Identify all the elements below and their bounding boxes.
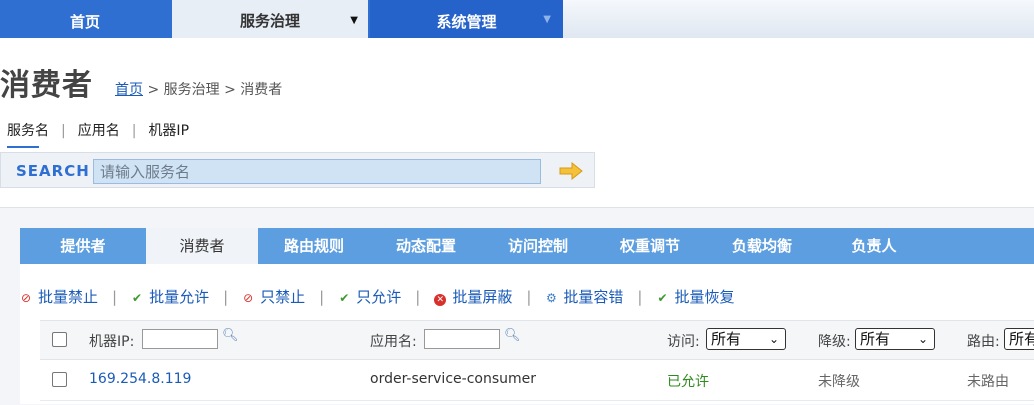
search-label: SEARCH	[16, 162, 90, 180]
nav-system-management[interactable]: 系统管理 ▼	[370, 0, 563, 38]
degrade-header-label: 降级:	[818, 334, 851, 350]
divider: |	[131, 123, 137, 139]
tab-dynamic-config[interactable]: 动态配置	[370, 228, 482, 264]
search-tab-application[interactable]: 应用名	[78, 120, 120, 140]
access-filter-select[interactable]: 所有 ⌄	[706, 328, 786, 350]
ip-filter-input[interactable]	[142, 329, 218, 349]
nav-governance-label: 服务治理	[239, 12, 300, 30]
search-tab-ip[interactable]: 机器IP	[148, 120, 189, 140]
gear-icon: ⚙	[546, 291, 557, 305]
chevron-down-icon: ⌄	[768, 332, 779, 346]
batch-shield-button[interactable]: ✕ 批量屏蔽	[434, 286, 512, 307]
breadcrumb-home-link[interactable]: 首页	[115, 82, 143, 98]
table-row: 169.254.8.119 order-service-consumer 已允许…	[40, 360, 1034, 401]
row-checkbox[interactable]	[52, 372, 67, 387]
forbid-icon: ⊘	[243, 291, 254, 305]
batch-shield-label: 批量屏蔽	[452, 288, 513, 306]
batch-forbid-button[interactable]: ⊘ 批量禁止	[20, 286, 98, 307]
batch-recover-label: 批量恢复	[674, 288, 735, 306]
ip-header-label: 机器IP:	[89, 334, 135, 350]
top-nav: 首页 服务治理 ▼ 系统管理 ▼	[0, 0, 1034, 38]
nav-bar: 首页 服务治理 ▼ 系统管理 ▼	[0, 0, 563, 38]
tab-owners[interactable]: 负责人	[818, 228, 930, 264]
app-header-label: 应用名:	[370, 334, 417, 350]
row-ip-link[interactable]: 169.254.8.119	[89, 371, 191, 387]
search-icon[interactable]: 🔍︎	[504, 328, 521, 343]
access-header-label: 访问:	[667, 334, 700, 350]
chevron-down-icon: ▼	[543, 14, 551, 25]
tab-load-balance[interactable]: 负载均衡	[706, 228, 818, 264]
only-allow-label: 只允许	[356, 288, 402, 306]
row-access-status: 已允许	[667, 374, 709, 390]
batch-tolerant-button[interactable]: ⚙ 批量容错	[545, 286, 623, 307]
close-circle-icon: ✕	[434, 294, 447, 306]
chevron-down-icon: ⌄	[917, 332, 928, 346]
nav-home-label: 首页	[69, 13, 100, 31]
tab-weights[interactable]: 权重调节	[594, 228, 706, 264]
degrade-filter-value: 所有	[860, 330, 891, 348]
row-route-status: 未路由	[967, 374, 1009, 390]
search-box: SEARCH	[0, 152, 595, 188]
batch-allow-label: 批量允许	[149, 288, 210, 306]
batch-allow-button[interactable]: ✔ 批量允许	[131, 286, 209, 307]
arrow-right-icon[interactable]	[558, 162, 584, 180]
page-title: 消费者	[0, 68, 93, 103]
divider: |	[526, 288, 532, 306]
check-icon: ✔	[132, 291, 143, 305]
route-filter-value: 所有	[1009, 330, 1034, 348]
search-icon[interactable]: 🔍︎	[222, 328, 239, 343]
only-forbid-button[interactable]: ⊘ 只禁止	[242, 286, 305, 307]
divider: |	[112, 288, 118, 306]
resource-tabs: 提供者 消费者 路由规则 动态配置 访问控制 权重调节 负载均衡 负责人	[20, 228, 1034, 264]
chevron-down-icon: ▼	[350, 15, 358, 26]
app-filter-input[interactable]	[424, 329, 500, 349]
tab-routes[interactable]: 路由规则	[258, 228, 370, 264]
check-icon: ✔	[339, 291, 350, 305]
tab-consumers[interactable]: 消费者	[146, 228, 258, 264]
breadcrumb-trail: > 服务治理 > 消费者	[143, 82, 283, 98]
divider: |	[319, 288, 325, 306]
select-all-checkbox[interactable]	[52, 332, 67, 347]
batch-toolbar: ⊘ 批量禁止 | ✔ 批量允许 | ⊘ 只禁止 | ✔ 只允许 | ✕ 批量屏蔽 | ⚙ 批量容错 | ✔ 批量恢复	[20, 286, 734, 307]
only-allow-button[interactable]: ✔ 只允许	[338, 286, 401, 307]
table-header: 机器IP: 🔍︎ 应用名: 🔍︎ 访问: 所有 ⌄ 降级: 所有 ⌄ 路由: 所有	[40, 320, 1034, 360]
forbid-icon: ⊘	[20, 291, 32, 305]
search-type-tabs: 服务名 | 应用名 | 机器IP	[7, 120, 189, 148]
access-filter-value: 所有	[711, 330, 742, 348]
check-icon: ✔	[657, 291, 668, 305]
batch-recover-button[interactable]: ✔ 批量恢复	[656, 286, 734, 307]
route-filter-select[interactable]: 所有	[1004, 328, 1034, 350]
tab-access-control[interactable]: 访问控制	[482, 228, 594, 264]
divider: |	[415, 288, 421, 306]
nav-service-governance[interactable]: 服务治理 ▼	[172, 0, 368, 38]
nav-system-label: 系统管理	[436, 13, 497, 31]
batch-tolerant-label: 批量容错	[563, 288, 624, 306]
route-header-label: 路由:	[967, 334, 1000, 350]
degrade-filter-select[interactable]: 所有 ⌄	[855, 328, 935, 350]
search-input[interactable]	[93, 159, 541, 184]
batch-forbid-label: 批量禁止	[38, 288, 99, 306]
divider: |	[61, 123, 66, 139]
tab-providers[interactable]: 提供者	[20, 228, 146, 264]
only-forbid-label: 只禁止	[260, 288, 306, 306]
search-tab-service[interactable]: 服务名	[7, 120, 49, 148]
nav-home[interactable]: 首页	[0, 0, 170, 38]
row-application: order-service-consumer	[370, 371, 536, 387]
breadcrumb: 首页 > 服务治理 > 消费者	[115, 79, 282, 99]
row-degrade-status: 未降级	[818, 374, 860, 390]
divider: |	[223, 288, 229, 306]
divider: |	[637, 288, 643, 306]
